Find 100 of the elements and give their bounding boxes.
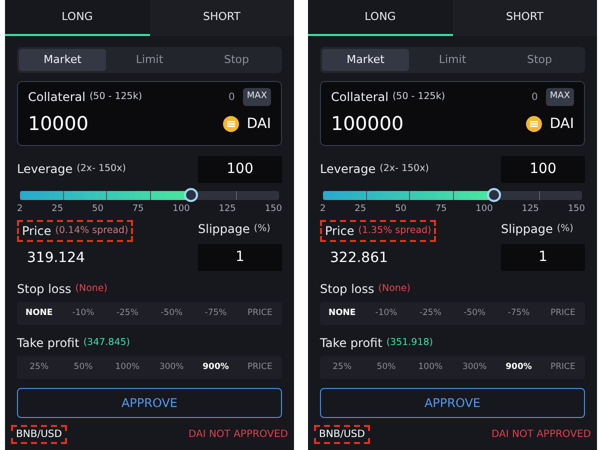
leverage-label: Leverage xyxy=(320,161,376,178)
tick-label: 75 xyxy=(435,202,447,216)
slider-track[interactable] xyxy=(20,190,279,200)
side-tab[interactable]: SHORT xyxy=(452,0,597,36)
stop-loss-label: Stop loss xyxy=(17,281,72,298)
collateral-label: Collateral xyxy=(28,89,86,106)
stop-loss-note: (None) xyxy=(75,282,108,296)
collateral-value: 10000 xyxy=(28,112,88,137)
side-tab[interactable]: LONG xyxy=(308,0,452,36)
option-button[interactable]: 300% xyxy=(150,358,194,376)
slider-thumb[interactable] xyxy=(487,188,502,202)
option-button[interactable]: NONE xyxy=(17,305,62,322)
option-button[interactable]: 300% xyxy=(452,358,497,376)
order-type-tab[interactable]: Market xyxy=(322,48,409,71)
side-tab[interactable]: LONG xyxy=(5,0,150,36)
option-button[interactable]: 100% xyxy=(105,358,150,376)
tick-label: 100 xyxy=(172,202,190,216)
slippage-label: Slippage xyxy=(501,221,553,238)
tick-label: 100 xyxy=(476,202,493,216)
slider-track[interactable] xyxy=(323,190,582,200)
option-button[interactable]: -25% xyxy=(105,305,150,322)
option-button[interactable]: 25% xyxy=(17,358,62,376)
option-button[interactable]: -25% xyxy=(408,305,453,322)
coin-icon xyxy=(526,116,542,132)
option-button[interactable]: 900% xyxy=(496,358,541,376)
slippage-field[interactable]: 1 xyxy=(501,244,585,271)
option-button[interactable]: 50% xyxy=(364,358,408,376)
order-type-tab[interactable]: Stop xyxy=(193,48,280,71)
max-button[interactable]: MAX xyxy=(546,88,574,106)
option-button[interactable]: PRICE xyxy=(238,305,282,322)
tick-label: 75 xyxy=(132,202,144,216)
price-label: Price xyxy=(325,223,354,240)
option-button[interactable]: 100% xyxy=(408,358,453,376)
status-text: DAI NOT APPROVED xyxy=(188,428,288,442)
slippage-field[interactable]: 1 xyxy=(198,244,282,271)
approve-button[interactable]: APPROVE xyxy=(320,388,585,418)
collateral-field[interactable]: Collateral (50 - 125k) 0 MAX 10000 DAI xyxy=(17,81,282,146)
tick-label: 125 xyxy=(522,202,539,216)
leverage-label: Leverage xyxy=(17,161,73,178)
token-label: DAI xyxy=(246,114,271,134)
pair-label[interactable]: BNB/USD xyxy=(314,425,370,444)
tick-label: 2 xyxy=(17,202,23,216)
option-button[interactable]: 50% xyxy=(61,358,106,376)
order-type-tab[interactable]: Market xyxy=(19,48,106,71)
spread-text: (0.14% spread) xyxy=(55,224,128,238)
unit-text: (%) xyxy=(556,222,574,236)
unit-text: (%) xyxy=(254,222,270,236)
take-profit-label: Take profit xyxy=(17,334,80,352)
option-button[interactable]: PRICE xyxy=(540,358,586,376)
balance-text: 0 xyxy=(532,90,538,104)
range-text: (50 - 125k) xyxy=(392,90,446,104)
order-type-tab[interactable]: Limit xyxy=(106,48,193,71)
price-value: 322.861 xyxy=(330,249,388,268)
spread-text: (1.35% spread) xyxy=(358,224,432,238)
collateral-value: 100000 xyxy=(331,112,404,137)
range-text: (2x- 150x) xyxy=(76,162,126,176)
option-button[interactable]: -10% xyxy=(61,305,106,322)
order-type-tab[interactable]: Limit xyxy=(409,48,496,71)
range-text: (50 - 125k) xyxy=(89,90,142,104)
tick-label: 25 xyxy=(52,202,64,216)
tick-label: 150 xyxy=(264,202,282,216)
take-profit-note: (347.845) xyxy=(83,336,130,350)
option-button[interactable]: -10% xyxy=(364,305,408,322)
option-button[interactable]: 25% xyxy=(320,358,364,376)
price-value: 319.124 xyxy=(27,249,85,268)
option-button[interactable]: 900% xyxy=(194,358,238,376)
tick-label: 25 xyxy=(354,202,366,216)
approve-button[interactable]: APPROVE xyxy=(17,388,282,418)
pair-label[interactable]: BNB/USD xyxy=(11,425,67,444)
option-button[interactable]: -50% xyxy=(150,305,194,322)
slippage-label: Slippage xyxy=(198,221,250,238)
order-type-tab[interactable]: Stop xyxy=(496,48,583,71)
collateral-label: Collateral xyxy=(331,89,388,106)
option-button[interactable]: NONE xyxy=(320,305,364,322)
coin-icon xyxy=(222,116,239,132)
stop-loss-note: (None) xyxy=(378,282,410,296)
option-button[interactable]: -50% xyxy=(452,305,497,322)
tick-label: 50 xyxy=(394,202,406,216)
option-button[interactable]: PRICE xyxy=(238,358,282,376)
tick-label: 2 xyxy=(320,202,326,216)
tick-label: 50 xyxy=(92,202,104,216)
leverage-field[interactable]: 100 xyxy=(198,156,282,182)
tick-label: 150 xyxy=(568,202,585,216)
slider-thumb[interactable] xyxy=(184,188,198,202)
side-tab[interactable]: SHORT xyxy=(150,0,294,36)
tick-label: 125 xyxy=(218,202,236,216)
price-label: Price xyxy=(22,223,52,240)
leverage-field[interactable]: 100 xyxy=(501,156,585,182)
collateral-field[interactable]: Collateral (50 - 125k) 0 MAX 100000 DAI xyxy=(320,81,585,146)
token-label: DAI xyxy=(550,114,574,134)
option-button[interactable]: -75% xyxy=(496,305,541,322)
take-profit-label: Take profit xyxy=(320,334,382,352)
max-button[interactable]: MAX xyxy=(242,88,271,106)
status-text: DAI NOT APPROVED xyxy=(491,428,591,442)
option-button[interactable]: -75% xyxy=(194,305,238,322)
take-profit-note: (351.918) xyxy=(386,336,434,350)
stop-loss-label: Stop loss xyxy=(320,281,374,298)
option-button[interactable]: PRICE xyxy=(540,305,586,322)
balance-text: 0 xyxy=(228,90,235,104)
range-text: (2x- 150x) xyxy=(380,162,429,176)
